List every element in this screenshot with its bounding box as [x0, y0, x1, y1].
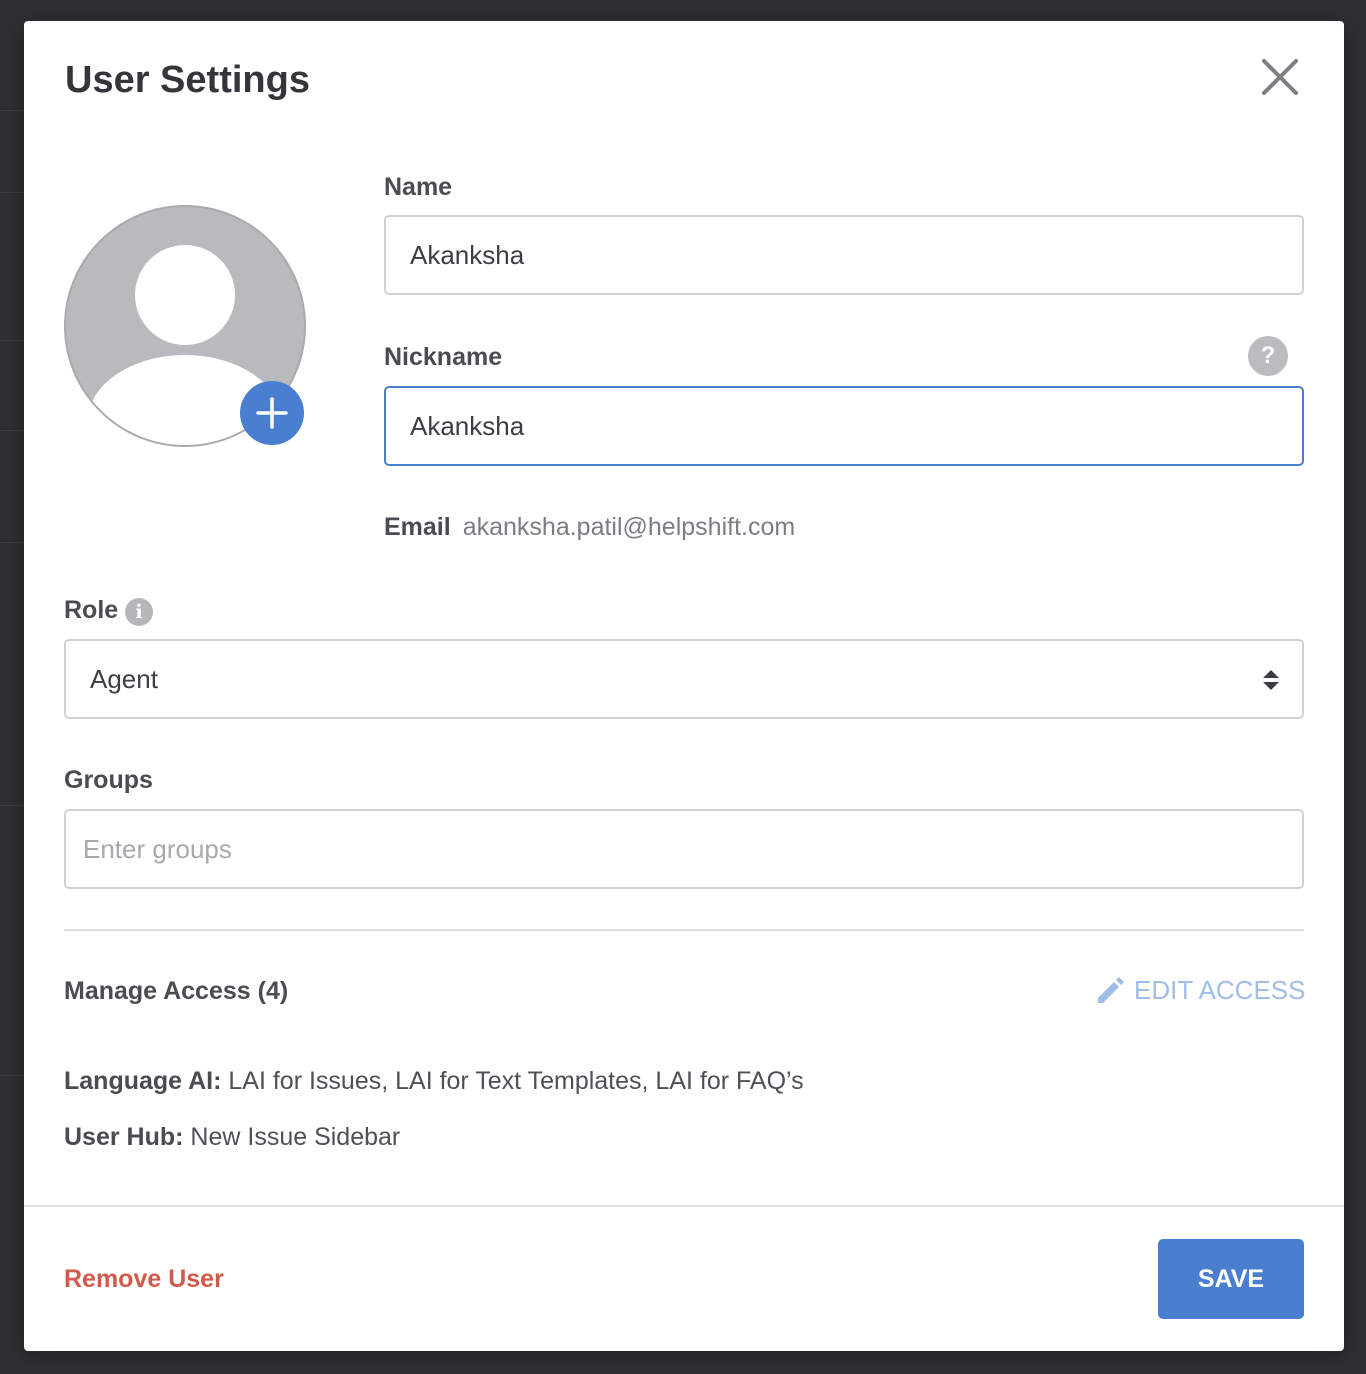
- access-item-value: LAI for Issues, LAI for Text Templates, …: [228, 1067, 804, 1095]
- add-photo-button[interactable]: [240, 381, 304, 445]
- access-item-value: New Issue Sidebar: [190, 1123, 401, 1151]
- bg-divider: [0, 805, 24, 806]
- nickname-input[interactable]: [384, 386, 1304, 466]
- section-divider: [64, 929, 1304, 931]
- access-item: Language AI: LAI for Issues, LAI for Tex…: [64, 1067, 804, 1096]
- bg-divider: [0, 542, 24, 543]
- bg-divider: [0, 340, 24, 341]
- role-label: Role: [64, 596, 119, 624]
- plus-icon: [256, 397, 288, 429]
- manage-access-title: Manage Access (4): [64, 977, 289, 1005]
- pencil-icon: [1098, 976, 1124, 1003]
- bg-divider: [0, 430, 24, 431]
- access-item-label: Language AI:: [64, 1067, 222, 1095]
- info-icon[interactable]: i: [125, 598, 153, 626]
- bg-divider: [0, 192, 24, 193]
- bg-divider: [0, 110, 24, 111]
- modal-title: User Settings: [65, 59, 310, 101]
- edit-access-label: EDIT ACCESS: [1134, 975, 1306, 1005]
- groups-input[interactable]: [64, 809, 1304, 889]
- groups-label: Groups: [64, 766, 153, 794]
- save-button[interactable]: SAVE: [1158, 1239, 1304, 1319]
- footer-divider: [24, 1205, 1344, 1207]
- name-input[interactable]: [384, 215, 1304, 295]
- help-icon[interactable]: ?: [1248, 336, 1288, 376]
- email-value: akanksha.patil@helpshift.com: [462, 513, 796, 541]
- edit-access-button[interactable]: EDIT ACCESS: [1094, 975, 1305, 1006]
- access-item-label: User Hub:: [64, 1123, 184, 1151]
- role-select[interactable]: Agent: [64, 639, 1304, 719]
- name-label: Name: [384, 173, 453, 201]
- close-button[interactable]: [1256, 53, 1304, 101]
- email-label: Email: [384, 513, 451, 541]
- bg-divider: [0, 1075, 24, 1076]
- email-row: Email akanksha.patil@helpshift.com: [384, 513, 795, 542]
- remove-user-link[interactable]: Remove User: [64, 1265, 224, 1294]
- role-selected-value: Agent: [90, 664, 158, 694]
- user-settings-modal: User Settings Name Nickname ? Email akank…: [24, 21, 1344, 1351]
- avatar-container: [64, 205, 306, 447]
- nickname-label: Nickname: [384, 343, 503, 371]
- access-item: User Hub: New Issue Sidebar: [64, 1123, 400, 1152]
- close-icon: [1262, 59, 1298, 95]
- sort-arrows-icon: [1263, 670, 1279, 690]
